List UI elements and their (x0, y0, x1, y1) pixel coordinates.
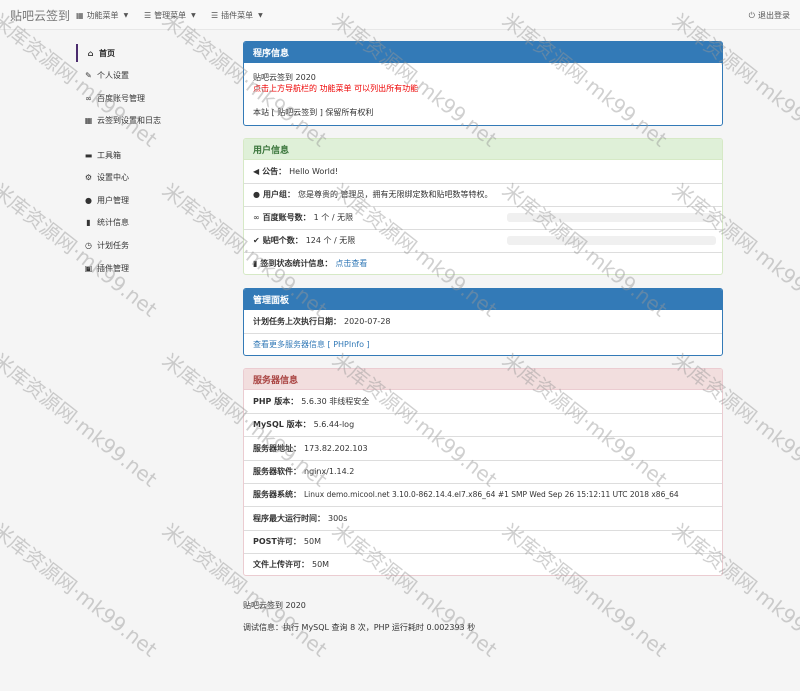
logout-label: 退出登录 (758, 11, 790, 20)
gear-icon: ⚙ (84, 172, 93, 182)
nav-menu-label: 插件菜单 (221, 11, 254, 20)
watermark-text: 米库资源网·mk99.net (0, 518, 162, 662)
server-row: 服务器软件： nginx/1.14.2 (253, 467, 355, 476)
admin-panel: 管理面板 计划任务上次执行日期： 2020-07-28 查看更多服务器信息 [ … (243, 288, 723, 356)
server-row: PHP 版本： 5.6.30 非线程安全 (253, 397, 370, 406)
footer-copyright: 贴吧云签到 2020 (243, 601, 306, 610)
server-row: POST许可： 50M (253, 537, 321, 546)
baidu-progress-bar (507, 213, 716, 222)
tieba-progress-bar (507, 236, 716, 245)
user-icon: ● (85, 195, 92, 205)
home-icon: ⌂ (87, 48, 94, 58)
phpinfo-row: 查看更多服务器信息 [ PHPInfo ] (244, 339, 722, 350)
nav-menu-plugins[interactable]: ☰ 插件菜单 ▼ (211, 10, 263, 21)
server-row: 服务器地址： 173.82.202.103 (253, 444, 368, 453)
nav-menu-features[interactable]: ▦ 功能菜单 ▼ (76, 10, 128, 21)
bar-chart-icon: ▮ (86, 217, 91, 227)
sidebar-item-label: 计划任务 (97, 240, 129, 250)
sidebar-item-toolbox[interactable]: ▬ 工具箱 (76, 146, 236, 164)
caret-down-icon: ▼ (123, 12, 129, 19)
logout-button[interactable]: ⏻ 退出登录 (749, 10, 790, 21)
list-icon: ☰ (211, 11, 219, 20)
briefcase-icon: ▬ (84, 150, 93, 160)
cron-last-run-row: 计划任务上次执行日期： 2020-07-28 (253, 317, 391, 326)
sidebar-item-label: 百度账号管理 (97, 93, 145, 103)
caret-down-icon: ▼ (258, 12, 263, 19)
server-row: 程序最大运行时间： 300s (253, 514, 348, 523)
watermark-text: 米库资源网·mk99.net (0, 348, 162, 492)
sidebar-item-label: 云签到设置和日志 (97, 115, 161, 125)
server-row: 文件上传许可： 50M (253, 560, 330, 569)
panel-title: 程序信息 (244, 42, 722, 63)
nav-menu-label: 功能菜单 (86, 11, 119, 20)
server-info-panel: 服务器信息 PHP 版本： 5.6.30 非线程安全 MySQL 版本： 5.6.4… (243, 368, 723, 576)
calendar-icon: ▦ (84, 115, 93, 125)
panel-title: 服务器信息 (244, 369, 722, 390)
nav-menu-label: 管理菜单 (154, 11, 187, 20)
panel-title: 用户信息 (244, 139, 722, 160)
power-icon: ⏻ (748, 10, 755, 20)
server-row: MySQL 版本： 5.6.44-log (253, 420, 355, 429)
program-copyright: 本站 [ 贴吧云签到 ] 保留所有权利 (253, 108, 374, 117)
wrench-icon: ✎ (85, 70, 92, 80)
plugin-icon: ▣ (84, 263, 93, 273)
sidebar-item-settings[interactable]: ⚙ 设置中心 (76, 168, 236, 186)
sidebar-item-label: 首页 (99, 48, 115, 58)
user-icon: ● (253, 190, 260, 199)
server-row: 服务器系统： Linux demo.micool.net 3.10.0-862.1… (253, 490, 679, 499)
sidebar-item-home[interactable]: ⌂ 首页 (76, 44, 236, 62)
sidebar-item-cron[interactable]: ◷ 计划任务 (76, 236, 236, 254)
sidebar-item-plugins[interactable]: ▣ 插件管理 (76, 259, 236, 277)
panel-title: 管理面板 (244, 289, 722, 310)
sidebar-item-label: 工具箱 (97, 150, 121, 160)
sidebar-item-users[interactable]: ● 用户管理 (76, 191, 236, 209)
user-group-row: ● 用户组： 您是尊贵的 管理员，拥有无限绑定数和贴吧数等特权。 (253, 190, 493, 199)
program-info-panel: 程序信息 贴吧云签到 2020 点击上方导航栏的 功能菜单 可以列出所有功能 本… (243, 41, 723, 126)
top-navbar: 贴吧云签到 ▦ 功能菜单 ▼ ☰ 管理菜单 ▼ ☰ 插件菜单 ▼ ⏻ 退出登录 (0, 0, 800, 30)
sidebar-item-label: 个人设置 (97, 70, 129, 80)
caret-down-icon: ▼ (191, 12, 196, 19)
nav-menu-admin[interactable]: ☰ 管理菜单 ▼ (144, 10, 196, 21)
link-icon: ∞ (253, 213, 260, 222)
view-stats-link[interactable]: 点击查看 (335, 258, 367, 269)
program-hint: 点击上方导航栏的 功能菜单 可以列出所有功能 (253, 84, 419, 93)
sign-stats-row: ▮ 签到状态统计信息： 点击查看 (253, 258, 368, 269)
footer-debug-info: 调试信息：执行 MySQL 查询 8 次，PHP 运行耗时 0.002393 秒 (243, 623, 476, 632)
grid-icon: ▦ (76, 11, 84, 20)
notice-row: ◀ 公告： Hello World! (253, 167, 339, 176)
sidebar-item-label: 设置中心 (97, 172, 129, 182)
phpinfo-link[interactable]: 查看更多服务器信息 [ PHPInfo ] (253, 339, 370, 350)
list-icon: ☰ (144, 11, 152, 20)
sidebar-item-baidu-accounts[interactable]: ∞ 百度账号管理 (76, 89, 236, 107)
megaphone-icon: ◀ (253, 167, 260, 176)
check-icon: ✔ (253, 236, 260, 245)
brand-title[interactable]: 贴吧云签到 (10, 7, 70, 24)
link-icon: ∞ (85, 93, 92, 103)
sidebar-item-label: 插件管理 (97, 263, 129, 273)
sidebar-item-label: 统计信息 (97, 217, 129, 227)
sidebar-item-profile[interactable]: ✎ 个人设置 (76, 66, 236, 84)
user-info-panel: 用户信息 ◀ 公告： Hello World! ● 用户组： 您是尊贵的 管理员… (243, 138, 723, 275)
program-name: 贴吧云签到 2020 (253, 73, 316, 82)
bar-chart-icon: ▮ (253, 259, 258, 268)
sidebar-item-label: 用户管理 (97, 195, 129, 205)
sidebar-item-stats[interactable]: ▮ 统计信息 (76, 213, 236, 231)
sidebar-item-sign-settings[interactable]: ▦ 云签到设置和日志 (76, 111, 236, 129)
clock-icon: ◷ (85, 240, 92, 250)
